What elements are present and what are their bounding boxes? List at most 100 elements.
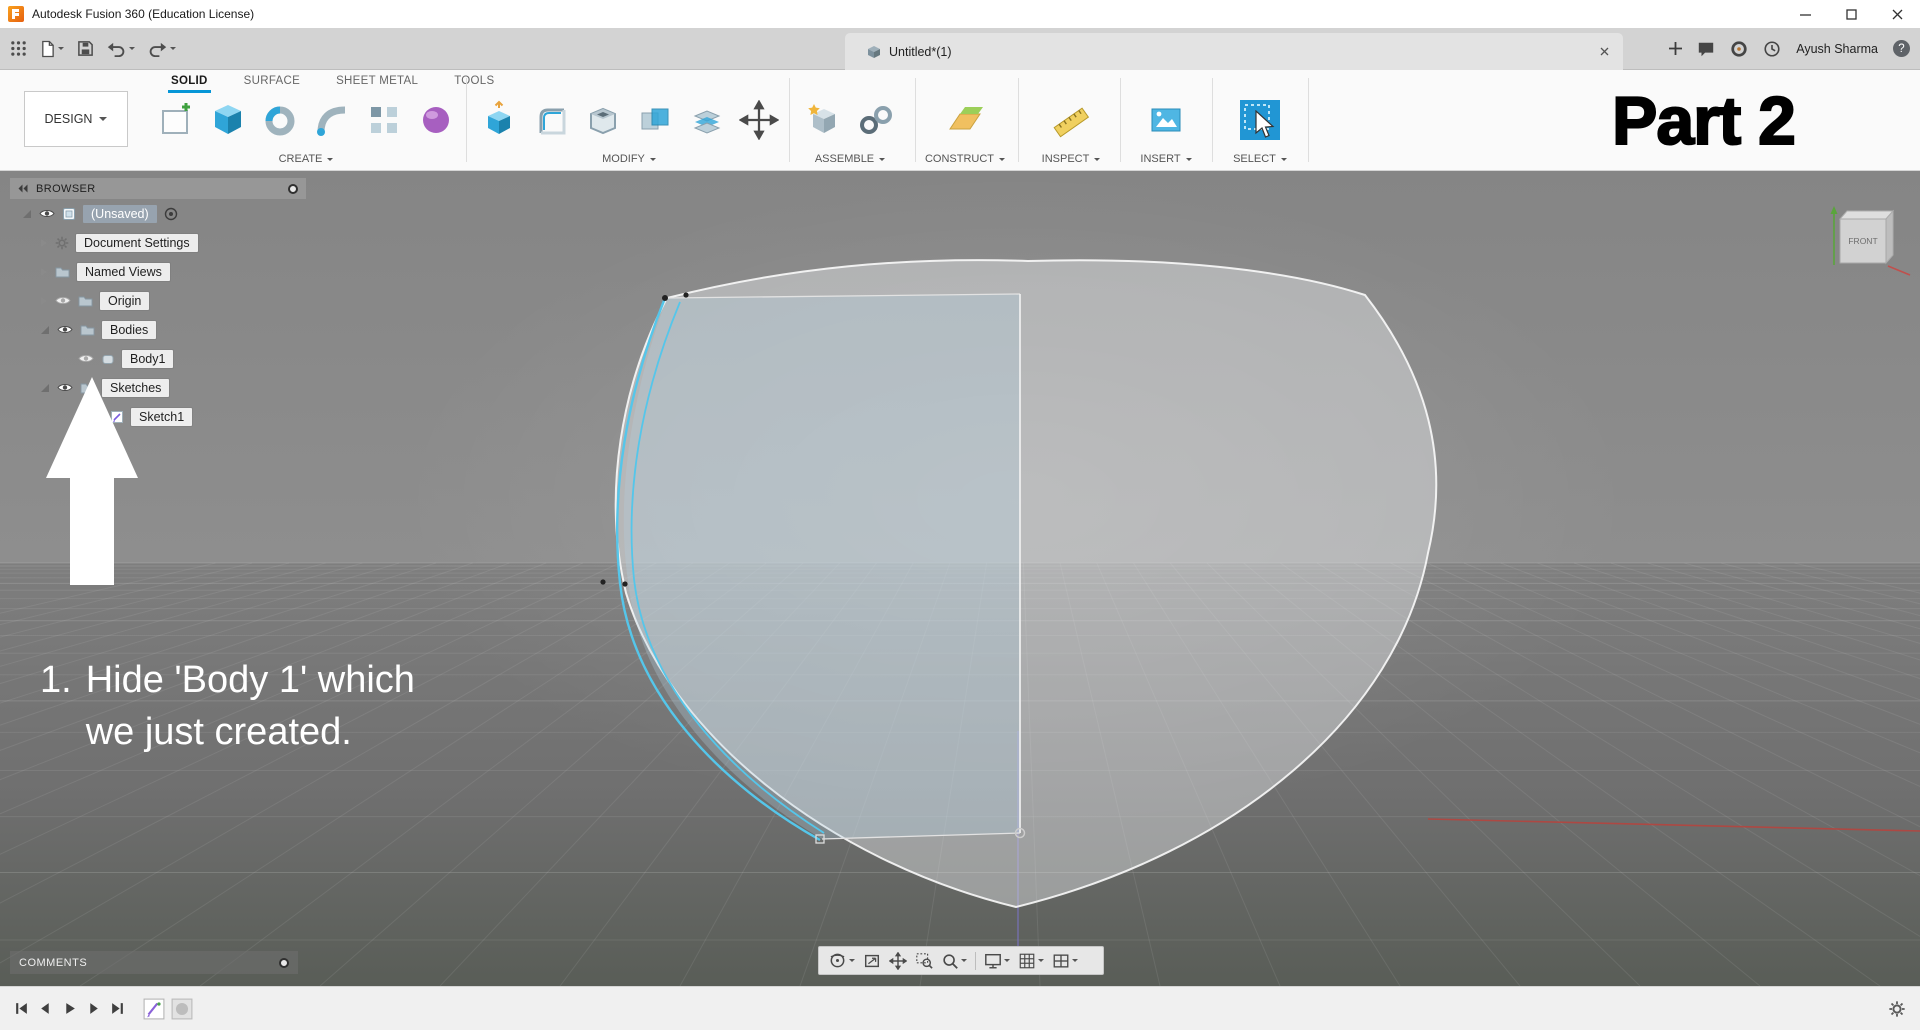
feedback-button[interactable] bbox=[1697, 40, 1715, 58]
app-grid-button[interactable] bbox=[10, 40, 27, 57]
browser-display-toggle[interactable] bbox=[288, 183, 298, 194]
user-name[interactable]: Ayush Sharma bbox=[1796, 42, 1878, 56]
minimize-button[interactable] bbox=[1782, 0, 1828, 28]
tab-surface[interactable]: SURFACE bbox=[241, 71, 303, 93]
shell-icon[interactable] bbox=[583, 100, 623, 140]
maximize-button[interactable] bbox=[1828, 0, 1874, 28]
viewcube-top-face[interactable] bbox=[1838, 210, 1895, 220]
body-icon bbox=[102, 354, 114, 364]
document-tab[interactable]: Untitled*(1) bbox=[845, 33, 1623, 70]
tree-label-document-settings[interactable]: Document Settings bbox=[76, 233, 198, 252]
tree-label-named-views[interactable]: Named Views bbox=[77, 262, 170, 281]
file-menu-caret bbox=[58, 47, 64, 50]
new-tab-button[interactable] bbox=[1669, 42, 1683, 55]
sketch-point[interactable] bbox=[683, 292, 689, 298]
redo-button[interactable] bbox=[148, 40, 176, 57]
tab-tools[interactable]: TOOLS bbox=[451, 71, 497, 93]
collapsed-triangle-icon[interactable] bbox=[40, 296, 48, 306]
tab-sheet-metal[interactable]: SHEET METAL bbox=[333, 71, 421, 93]
close-button[interactable] bbox=[1874, 0, 1920, 28]
timeline-feature-sketch1[interactable] bbox=[143, 998, 165, 1020]
timeline-step-back-button[interactable] bbox=[38, 1001, 53, 1016]
modify-dropdown[interactable]: MODIFY bbox=[474, 153, 784, 165]
create-form-icon[interactable] bbox=[416, 100, 456, 140]
insert-canvas-icon[interactable] bbox=[1146, 100, 1186, 140]
assemble-dropdown[interactable]: ASSEMBLE bbox=[795, 153, 905, 165]
tree-label-unsaved[interactable]: (Unsaved) bbox=[83, 204, 157, 223]
tree-row-origin[interactable]: Origin bbox=[10, 286, 306, 315]
timeline-settings-button[interactable] bbox=[1888, 1000, 1906, 1018]
fillet-icon[interactable] bbox=[531, 100, 571, 140]
browser-header[interactable]: BROWSER bbox=[10, 178, 306, 199]
viewports-button[interactable] bbox=[1052, 952, 1078, 970]
create-sketch-icon[interactable] bbox=[156, 100, 196, 140]
tree-label-origin[interactable]: Origin bbox=[100, 291, 150, 310]
pan-icon bbox=[889, 951, 907, 970]
sketch-point[interactable] bbox=[662, 295, 668, 301]
revolve-icon[interactable] bbox=[260, 100, 300, 140]
tree-row-body1[interactable]: Body1 bbox=[10, 344, 306, 373]
construct-plane-icon[interactable] bbox=[945, 100, 985, 140]
tree-row-named-views[interactable]: Named Views bbox=[10, 257, 306, 286]
move-icon[interactable] bbox=[739, 100, 779, 140]
tree-label-body1[interactable]: Body1 bbox=[122, 349, 174, 368]
save-button[interactable] bbox=[77, 40, 94, 57]
insert-dropdown[interactable]: INSERT bbox=[1126, 153, 1206, 165]
document-tab-close-button[interactable] bbox=[1600, 47, 1609, 56]
collapsed-triangle-icon[interactable] bbox=[40, 238, 48, 248]
file-menu-button[interactable] bbox=[40, 40, 64, 58]
select-dropdown[interactable]: SELECT bbox=[1216, 153, 1304, 165]
undo-button[interactable] bbox=[107, 40, 135, 57]
create-dropdown[interactable]: CREATE bbox=[150, 153, 462, 165]
look-at-button[interactable] bbox=[863, 952, 881, 970]
expanded-triangle-icon[interactable] bbox=[40, 325, 50, 335]
visibility-eye-icon[interactable] bbox=[39, 208, 55, 219]
gear-icon bbox=[1889, 1000, 1905, 1017]
collapse-panel-icon[interactable] bbox=[18, 184, 28, 193]
job-status-button[interactable] bbox=[1763, 40, 1781, 58]
combine-icon[interactable] bbox=[635, 100, 675, 140]
timeline-step-forward-button[interactable] bbox=[86, 1001, 101, 1016]
new-component-icon[interactable] bbox=[804, 100, 844, 140]
active-component-radio-icon[interactable] bbox=[164, 207, 178, 221]
expanded-triangle-icon[interactable] bbox=[22, 209, 32, 219]
extrude-icon[interactable] bbox=[208, 100, 248, 140]
pattern-icon[interactable] bbox=[364, 100, 404, 140]
grid-settings-button[interactable] bbox=[1018, 952, 1044, 970]
zoom-window-button[interactable] bbox=[915, 952, 933, 970]
zoom-button[interactable] bbox=[941, 952, 967, 970]
sketch-point[interactable] bbox=[622, 581, 628, 587]
tree-label-bodies[interactable]: Bodies bbox=[102, 320, 157, 339]
tree-row-document-settings[interactable]: Document Settings bbox=[10, 228, 306, 257]
timeline-feature-body1[interactable] bbox=[171, 998, 193, 1020]
instruction-line2: we just created. bbox=[85, 711, 352, 753]
visibility-eye-icon-hidden[interactable] bbox=[78, 353, 94, 364]
construct-dropdown[interactable]: CONSTRUCT bbox=[922, 153, 1008, 165]
visibility-eye-icon[interactable] bbox=[57, 324, 73, 335]
timeline-go-to-start-button[interactable] bbox=[14, 1001, 29, 1016]
press-pull-icon[interactable] bbox=[479, 100, 519, 140]
timeline-go-to-end-button[interactable] bbox=[110, 1001, 125, 1016]
comments-bar[interactable]: COMMENTS bbox=[10, 951, 298, 974]
comments-display-toggle[interactable] bbox=[279, 957, 289, 968]
collapsed-triangle-icon[interactable] bbox=[40, 267, 48, 277]
file-icon bbox=[42, 40, 54, 57]
pan-button[interactable] bbox=[889, 951, 907, 970]
extensions-button[interactable] bbox=[1730, 40, 1748, 58]
tree-row-document-root[interactable]: (Unsaved) bbox=[10, 199, 306, 228]
timeline-play-button[interactable] bbox=[62, 1001, 77, 1016]
inspect-dropdown[interactable]: INSPECT bbox=[1028, 153, 1114, 165]
display-settings-button[interactable] bbox=[984, 952, 1010, 970]
visibility-eye-icon-hidden[interactable] bbox=[55, 295, 71, 306]
split-body-icon[interactable] bbox=[687, 100, 727, 140]
joint-icon[interactable] bbox=[856, 100, 896, 140]
sketch-point[interactable] bbox=[600, 579, 606, 585]
sweep-icon[interactable] bbox=[312, 100, 352, 140]
measure-icon[interactable] bbox=[1051, 100, 1091, 140]
viewcube-right-face[interactable] bbox=[1885, 209, 1894, 265]
tab-solid[interactable]: SOLID bbox=[168, 71, 211, 93]
design-workspace-menu[interactable]: DESIGN bbox=[24, 91, 128, 147]
tree-row-bodies[interactable]: Bodies bbox=[10, 315, 306, 344]
help-button[interactable]: ? bbox=[1893, 40, 1910, 57]
orbit-button[interactable] bbox=[828, 951, 855, 970]
